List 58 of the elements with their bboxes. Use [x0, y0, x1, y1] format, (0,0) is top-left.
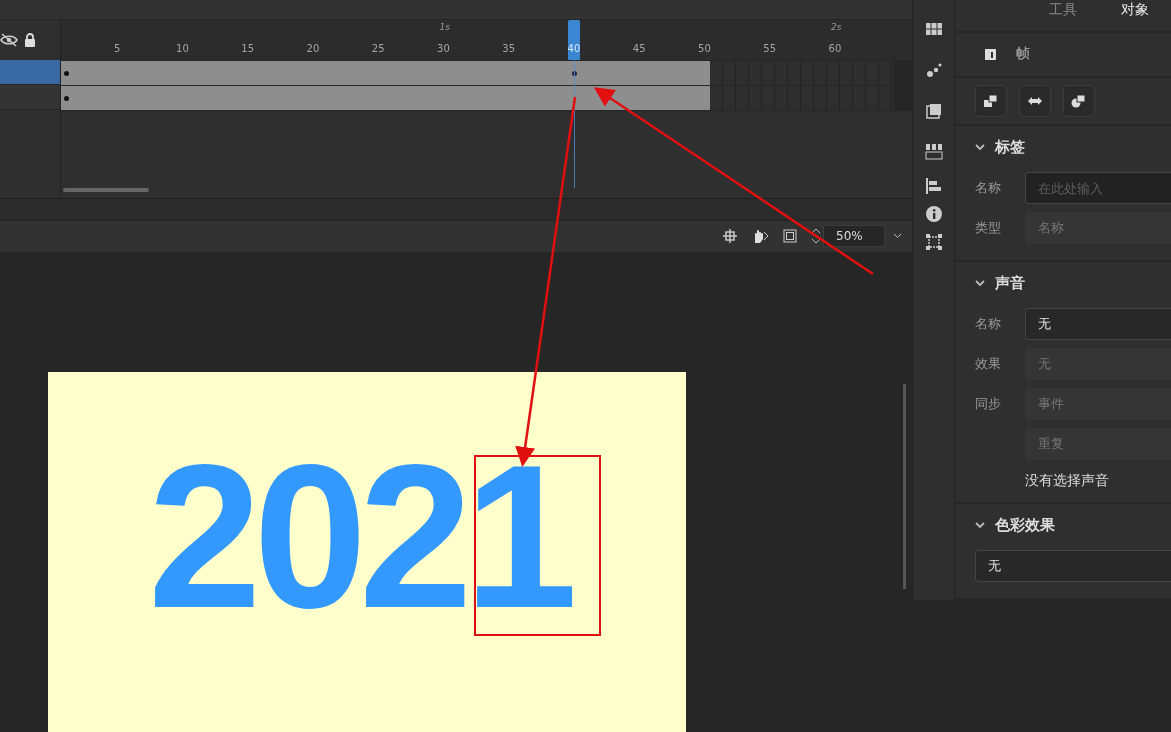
frame-span[interactable] [61, 60, 711, 85]
frame-icon[interactable] [783, 229, 797, 244]
chevron-icon[interactable] [975, 521, 985, 529]
eye-hidden-icon[interactable] [0, 32, 18, 47]
frame-action-button[interactable] [1019, 84, 1051, 117]
zoom-field[interactable]: 50% [823, 225, 885, 248]
frame-number: 45 [632, 42, 646, 54]
frame-number: 60 [828, 42, 842, 54]
align-icon[interactable] [925, 178, 942, 194]
frame-number: 30 [437, 42, 450, 54]
frame-action-icon [983, 93, 999, 108]
frame-action-button[interactable] [975, 84, 1007, 117]
frame-number: 20 [306, 42, 320, 54]
frame-number: 5 [114, 42, 121, 54]
chevron-icon[interactable] [975, 279, 985, 287]
frame-number: 55 [763, 42, 777, 54]
seconds-label: 1s [439, 21, 450, 32]
chevron-icon[interactable] [975, 143, 985, 151]
dots-icon[interactable] [925, 61, 942, 78]
field-label: 名称 [974, 179, 1002, 197]
section-title[interactable]: 色彩效果 [995, 515, 1055, 535]
caret-icon[interactable] [893, 233, 902, 240]
scrollbar-thumb[interactable] [63, 187, 149, 192]
frame-number: 40 [567, 42, 581, 54]
layer-row[interactable] [0, 59, 60, 85]
frame-span[interactable] [61, 85, 711, 110]
panel-tab[interactable]: 工具 [1049, 0, 1077, 19]
panel-tab[interactable]: 对象 [1121, 0, 1149, 19]
seconds-label: 2s [830, 21, 842, 32]
info-icon[interactable] [925, 206, 942, 222]
section-title[interactable]: 声音 [995, 273, 1025, 293]
crosshair-icon[interactable] [723, 229, 737, 244]
field-label: 效果 [974, 355, 1002, 373]
frame-number: 25 [371, 42, 385, 54]
field-label: 名称 [974, 315, 1002, 333]
frame-action-icon [1071, 93, 1087, 108]
dropdown-field[interactable]: 无 [975, 550, 1171, 582]
field-label: 同步 [974, 395, 1002, 413]
frame-number: 35 [502, 42, 516, 54]
dropdown-field[interactable]: 无 [1025, 308, 1171, 340]
pages-icon[interactable] [925, 102, 942, 119]
frame-number: 15 [241, 42, 255, 54]
status-note: 没有选择声音 [1024, 471, 1110, 490]
transform-icon[interactable] [925, 234, 942, 250]
frame-icon [985, 48, 996, 60]
keyframe-dot [64, 95, 69, 101]
grid-icon[interactable] [925, 22, 942, 35]
keyframe-dot [64, 70, 69, 76]
scrollbar-thumb[interactable] [903, 384, 906, 589]
section-title[interactable]: 标签 [995, 137, 1025, 157]
frame-action-button[interactable] [1063, 84, 1095, 117]
frame-number: 10 [176, 42, 189, 54]
frame-number: 50 [698, 42, 711, 54]
field-label: 类型 [974, 219, 1002, 237]
library-icon[interactable] [924, 143, 943, 160]
stepper-icon[interactable] [811, 227, 821, 246]
lock-icon[interactable] [24, 32, 36, 47]
panel-header: 帧 [1016, 45, 1030, 64]
